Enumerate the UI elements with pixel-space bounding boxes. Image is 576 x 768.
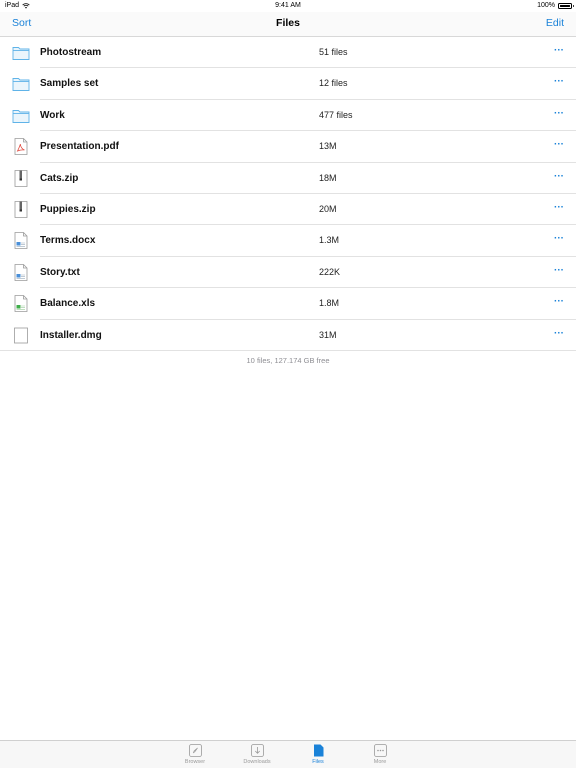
file-size: 31M	[319, 329, 337, 340]
more-options-button[interactable]: ···	[554, 108, 564, 119]
file-name: Photostream	[40, 47, 102, 58]
file-name: Installer.dmg	[40, 329, 102, 341]
more-options-button[interactable]: ···	[554, 202, 564, 213]
file-size: 477 files	[319, 109, 353, 120]
file-name: Work	[40, 109, 65, 121]
file-row[interactable]: Samples set 12 files ···	[0, 68, 576, 101]
text-file-icon	[12, 263, 30, 281]
file-name: Terms.docx	[40, 235, 96, 247]
files-screen: iPad 9:41 AM 100% Sort Files Edit Photos…	[0, 0, 576, 768]
file-list: Photostream 51 files ··· Samples set 12 …	[0, 37, 576, 352]
file-size: 1.3M	[319, 235, 340, 246]
tab-browser[interactable]: Browser	[175, 743, 215, 765]
tab-label: Browser	[184, 759, 206, 765]
file-size: 13M	[319, 141, 337, 152]
file-size: 51 files	[319, 47, 348, 57]
more-icon	[373, 744, 387, 757]
compass-icon	[188, 744, 202, 757]
status-time: 9:41 AM	[275, 2, 301, 9]
file-row[interactable]: Puppies.zip 20M ···	[0, 194, 576, 226]
file-row[interactable]: Presentation.pdf 13M ···	[0, 131, 576, 163]
doc-file-icon	[12, 232, 30, 250]
zip-file-icon	[12, 201, 30, 218]
more-options-button[interactable]: ···	[554, 139, 564, 150]
files-icon	[312, 744, 325, 757]
tab-more[interactable]: More	[360, 743, 400, 765]
edit-button[interactable]: Edit	[546, 17, 564, 29]
file-row[interactable]: Photostream 51 files ···	[0, 37, 576, 69]
file-size: 12 files	[319, 78, 348, 89]
file-row[interactable]: Installer.dmg 31M ···	[0, 320, 576, 352]
file-row[interactable]: Story.txt 222K ···	[0, 257, 576, 289]
battery-percent: 100%	[537, 2, 555, 9]
folder-icon	[12, 44, 30, 61]
more-options-button[interactable]: ···	[554, 171, 564, 182]
pdf-file-icon	[12, 138, 30, 156]
battery-icon	[558, 3, 574, 9]
more-options-button[interactable]: ···	[554, 265, 564, 276]
status-right: 100%	[537, 0, 574, 12]
more-options-button[interactable]: ···	[554, 328, 564, 339]
spreadsheet-file-icon	[12, 295, 30, 313]
file-row[interactable]: Cats.zip 18M ···	[0, 163, 576, 195]
storage-summary: 10 files, 127.174 GB free	[246, 356, 330, 365]
blank-file-icon	[12, 327, 30, 344]
more-options-button[interactable]: ···	[554, 296, 564, 307]
file-row[interactable]: Work 477 files ···	[0, 100, 576, 132]
file-row[interactable]: Balance.xls 1.8M ···	[0, 288, 576, 320]
tab-bar: Browser Downloads Files More	[0, 740, 576, 768]
file-name: Story.txt	[40, 266, 80, 278]
more-options-button[interactable]: ···	[554, 45, 564, 56]
page-title: Files	[276, 17, 300, 29]
folder-icon	[12, 75, 30, 92]
download-icon	[250, 744, 264, 757]
navigation-bar: Sort Files Edit	[0, 12, 576, 37]
more-options-button[interactable]: ···	[554, 233, 564, 244]
file-name: Cats.zip	[40, 172, 79, 184]
file-size: 20M	[319, 203, 337, 214]
zip-file-icon	[12, 169, 30, 187]
file-name: Samples set	[40, 78, 99, 90]
folder-icon	[12, 107, 30, 124]
file-size: 222K	[319, 266, 341, 277]
status-bar: iPad 9:41 AM 100%	[0, 0, 576, 12]
file-name: Puppies.zip	[40, 203, 96, 215]
tab-label: Files	[312, 759, 324, 765]
tab-label: Downloads	[243, 759, 271, 765]
tab-label: More	[373, 759, 387, 765]
tab-files[interactable]: Files	[298, 743, 338, 765]
file-size: 18M	[319, 172, 337, 183]
file-name: Presentation.pdf	[40, 141, 119, 153]
file-size: 1.8M	[319, 298, 340, 309]
more-options-button[interactable]: ···	[554, 76, 564, 87]
tab-downloads[interactable]: Downloads	[237, 743, 277, 765]
file-name: Balance.xls	[40, 298, 96, 310]
file-row[interactable]: Terms.docx 1.3M ···	[0, 225, 576, 258]
